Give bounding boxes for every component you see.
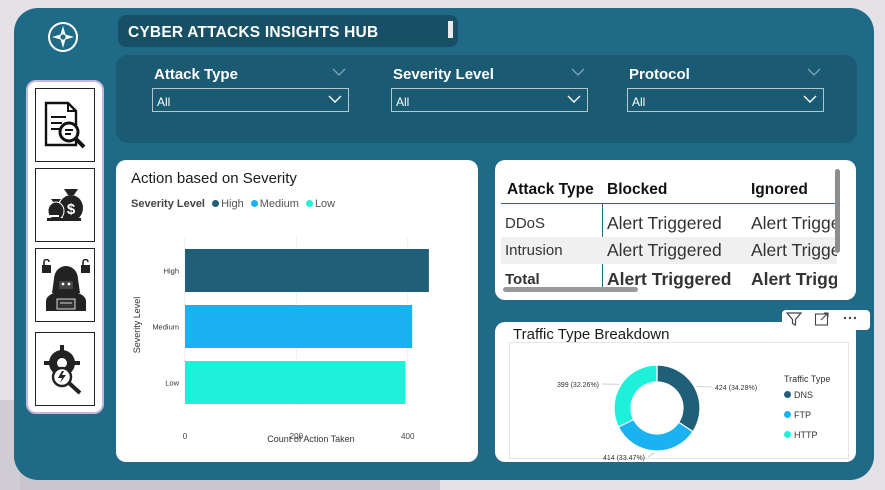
document-search-icon bbox=[44, 101, 86, 149]
compass-star-icon[interactable] bbox=[48, 22, 78, 52]
table-row[interactable]: DDoS Alert Triggered Alert Triggered bbox=[501, 210, 837, 237]
attack-matrix-table: Attack Type Blocked Ignored DDoS Alert T… bbox=[501, 168, 837, 291]
legend-swatch bbox=[784, 391, 791, 398]
severity-chart-card: Action based on Severity Severity Level … bbox=[116, 160, 478, 462]
legend-title: Traffic Type bbox=[784, 374, 831, 384]
chevron-down-icon[interactable] bbox=[332, 67, 346, 77]
data-label: 424 (34.28%) bbox=[715, 385, 757, 392]
filter-value: All bbox=[632, 95, 646, 109]
column-header[interactable]: Blocked bbox=[607, 181, 667, 199]
table-cell: Alert Triggered bbox=[607, 240, 722, 260]
sidebar-item-settings-search[interactable] bbox=[35, 332, 95, 406]
more-options-icon[interactable] bbox=[842, 310, 858, 330]
leader-line bbox=[647, 452, 655, 458]
bar-medium[interactable] bbox=[185, 305, 413, 348]
chevron-down-icon[interactable] bbox=[807, 67, 821, 77]
focus-mode-icon[interactable] bbox=[814, 312, 830, 332]
legend-item: FTP bbox=[784, 410, 830, 420]
header-divider bbox=[501, 203, 837, 204]
x-axis-label: Count of Action Taken bbox=[267, 434, 354, 444]
sidebar-item-finance[interactable]: $ bbox=[35, 168, 95, 242]
donut-slice-http[interactable] bbox=[613, 364, 658, 428]
horizontal-scrollbar[interactable] bbox=[503, 287, 638, 292]
chevron-down-icon bbox=[803, 95, 817, 103]
hacker-lock-icon bbox=[42, 259, 90, 311]
donut-legend: Traffic Type DNS FTP HTTP bbox=[784, 374, 830, 440]
severity-bar-chart: Severity Level Count of Action Taken 0 20… bbox=[132, 237, 429, 444]
chevron-down-icon bbox=[328, 95, 342, 103]
chevron-down-icon[interactable] bbox=[571, 67, 585, 77]
gear-search-icon bbox=[44, 345, 82, 395]
vertical-scrollbar[interactable] bbox=[835, 169, 840, 253]
attack-type-select[interactable]: All bbox=[152, 88, 349, 112]
x-tick-label: 400 bbox=[401, 432, 415, 441]
attack-table-card: Attack Type Blocked Ignored DDoS Alert T… bbox=[495, 160, 856, 300]
legend-label: FTP bbox=[794, 410, 811, 420]
legend-swatch bbox=[784, 431, 791, 438]
bar-high[interactable] bbox=[185, 249, 429, 292]
bar-low[interactable] bbox=[185, 361, 406, 404]
severity-level-select[interactable]: All bbox=[391, 88, 588, 112]
data-label: 399 (32.26%) bbox=[557, 382, 599, 389]
table-cell: Alert Triggered bbox=[751, 269, 837, 289]
filter-label: Severity Level bbox=[393, 66, 494, 83]
table-cell: Alert Triggered bbox=[751, 240, 837, 260]
table-cell: Alert Triggered bbox=[607, 213, 722, 233]
column-header[interactable]: Ignored bbox=[751, 181, 808, 199]
filter-label: Protocol bbox=[629, 66, 690, 83]
sidebar-item-document-search[interactable] bbox=[35, 88, 95, 162]
y-tick-label: Medium bbox=[152, 323, 179, 332]
traffic-chart-card: Traffic Type Breakdown 424 (34.28%) 414 (… bbox=[495, 322, 856, 462]
data-label: 414 (33.47%) bbox=[603, 455, 645, 462]
y-tick-label: High bbox=[164, 267, 179, 276]
table-row[interactable]: Intrusion Alert Triggered Alert Triggere… bbox=[501, 237, 837, 264]
legend-swatch bbox=[784, 411, 791, 418]
x-tick-label: 0 bbox=[183, 432, 188, 441]
table-cell: Alert Triggered bbox=[751, 213, 837, 233]
legend-label: DNS bbox=[794, 390, 814, 400]
sidebar-item-threats[interactable] bbox=[35, 248, 95, 322]
filter-value: All bbox=[157, 95, 171, 109]
table-cell: DDoS bbox=[505, 215, 546, 232]
filter-panel: Attack Type All Severity Level All Proto… bbox=[116, 55, 857, 143]
table-cell: Total bbox=[505, 271, 540, 288]
legend-label: HTTP bbox=[794, 430, 818, 440]
visual-toolbar bbox=[782, 310, 870, 330]
column-header[interactable]: Attack Type bbox=[507, 181, 594, 199]
text-cursor bbox=[448, 21, 453, 38]
chevron-down-icon bbox=[567, 95, 581, 103]
sidebar-nav: $ bbox=[26, 80, 104, 414]
money-bags-icon: $ bbox=[47, 189, 83, 221]
page-title: CYBER ATTACKS INSIGHTS HUB bbox=[128, 24, 379, 41]
svg-text:$: $ bbox=[67, 201, 76, 218]
dashboard-frame: CYBER ATTACKS INSIGHTS HUB Attack Type A… bbox=[14, 8, 874, 480]
filter-label: Attack Type bbox=[154, 66, 238, 83]
legend-item: HTTP bbox=[784, 430, 830, 440]
y-tick-label: Low bbox=[165, 379, 179, 388]
filter-value: All bbox=[396, 95, 410, 109]
protocol-select[interactable]: All bbox=[627, 88, 824, 112]
legend-item: DNS bbox=[784, 390, 830, 400]
title-bar: CYBER ATTACKS INSIGHTS HUB bbox=[118, 15, 458, 47]
x-tick-label: 200 bbox=[290, 432, 304, 441]
y-axis-label: Severity Level bbox=[132, 297, 142, 354]
filter-icon[interactable] bbox=[785, 312, 803, 332]
table-cell: Intrusion bbox=[505, 242, 563, 259]
donut-slice-ftp[interactable] bbox=[617, 418, 694, 452]
